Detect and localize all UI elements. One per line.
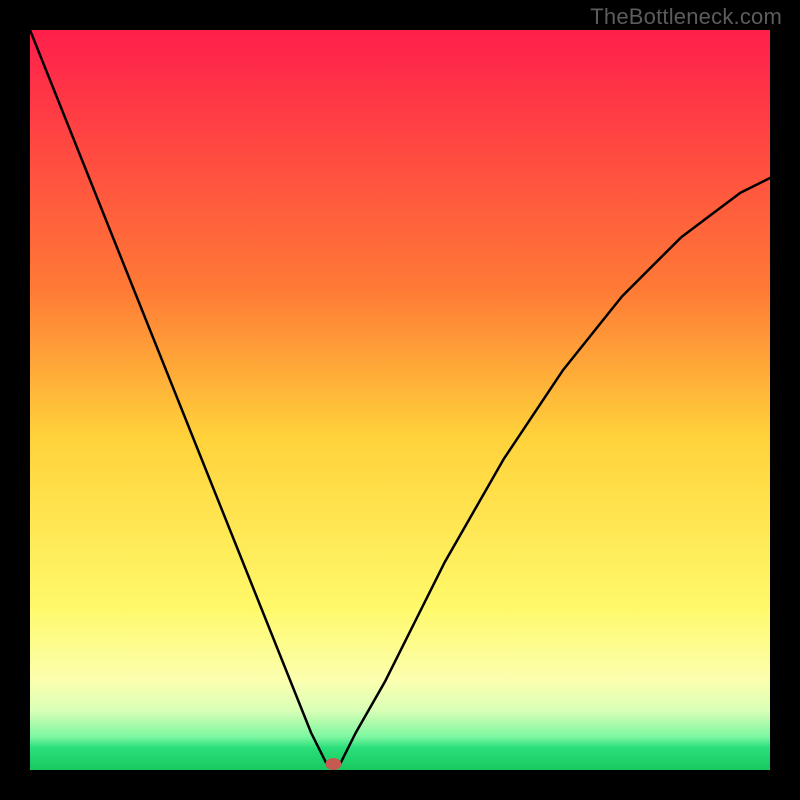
bottleneck-plot — [30, 30, 770, 770]
watermark-text: TheBottleneck.com — [590, 4, 782, 30]
chart-container: TheBottleneck.com — [0, 0, 800, 800]
optimal-marker — [325, 758, 341, 770]
plot-background — [30, 30, 770, 770]
